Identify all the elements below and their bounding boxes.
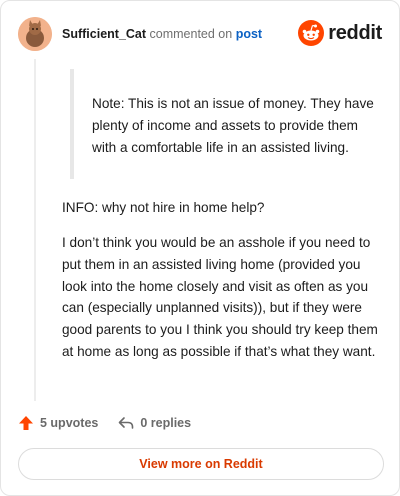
reply-icon (119, 417, 134, 429)
reddit-comment-embed: Sufficient_Cat commented on post reddit … (0, 0, 400, 496)
reddit-snoo-icon (298, 20, 325, 46)
blockquote-bar (70, 69, 74, 179)
username[interactable]: Sufficient_Cat (62, 27, 146, 41)
comment-byline: Sufficient_Cat commented on post (62, 27, 262, 41)
thread-line[interactable] (34, 59, 36, 401)
comment-actions: 5 upvotes 0 replies (18, 413, 191, 433)
view-more-button[interactable]: View more on Reddit (18, 448, 384, 480)
reddit-wordmark: reddit (328, 21, 382, 44)
reddit-logo[interactable]: reddit (298, 19, 382, 47)
blockquote-text: Note: This is not an issue of money. The… (92, 96, 374, 155)
upvote-count: 5 upvotes (40, 416, 99, 430)
post-link[interactable]: post (236, 27, 262, 41)
user-avatar[interactable] (18, 17, 52, 51)
upvote-button[interactable]: 5 upvotes (18, 415, 98, 431)
reply-count: 0 replies (140, 416, 192, 430)
comment-header: Sufficient_Cat commented on post reddit (18, 17, 382, 51)
reply-button[interactable]: 0 replies (118, 415, 191, 431)
byline-verb: commented on (149, 27, 233, 41)
comment-paragraph: I don’t think you would be an asshole if… (62, 235, 378, 359)
comment-paragraph: INFO: why not hire in home help? (62, 200, 265, 215)
upvote-arrow-icon (19, 416, 33, 430)
avatar-image (18, 17, 52, 51)
